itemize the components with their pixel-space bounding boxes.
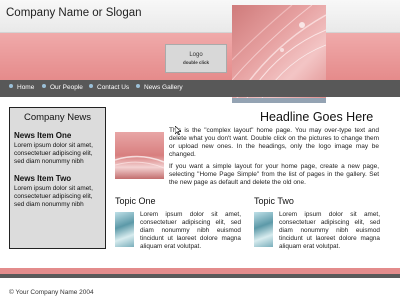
nav-item-home[interactable]: Home: [9, 84, 34, 91]
nav-item-label: Our People: [50, 84, 83, 91]
bullet-dot-icon: [42, 84, 46, 88]
logo-hint: double click: [182, 60, 209, 65]
topic-title[interactable]: Topic Two: [254, 196, 294, 206]
bullet-dot-icon: [89, 84, 93, 88]
topic-title[interactable]: Topic One: [115, 196, 156, 206]
footer-copyright[interactable]: © Your Company Name 2004: [9, 289, 94, 296]
nav-item-label: Contact Us: [97, 84, 130, 91]
intro-image-graphic: [115, 155, 164, 169]
company-name[interactable]: Company Name or Slogan: [6, 7, 142, 19]
news-item-title[interactable]: News Item Two: [14, 174, 101, 183]
main-navigation: Home Our People Contact Us News Gallery: [0, 80, 400, 97]
bullet-dot-icon: [9, 84, 13, 88]
topic-text[interactable]: Lorem ipsum dolor sit amet, consectetuer…: [140, 211, 241, 251]
company-news-panel: Company News News Item One Lorem ipsum d…: [9, 107, 106, 249]
intro-text[interactable]: This is the "complex layout" home page. …: [169, 127, 379, 191]
news-item-title[interactable]: News Item One: [14, 131, 101, 140]
topic-image[interactable]: [254, 212, 273, 247]
header-bar: Company Name or Slogan: [0, 0, 400, 33]
nav-item-contact-us[interactable]: Contact Us: [89, 84, 129, 91]
intro-paragraph: If you want a simple layout for your hom…: [169, 163, 379, 186]
intro-paragraph: This is the "complex layout" home page. …: [169, 127, 379, 158]
topic-text[interactable]: Lorem ipsum dolor sit amet, consectetuer…: [279, 211, 380, 251]
news-item-text[interactable]: Lorem ipsum dolor sit amet, consectetuer…: [14, 185, 101, 209]
logo-label: Logo: [189, 52, 203, 58]
header-image-strip: [232, 98, 326, 103]
nav-item-label: Home: [17, 84, 35, 91]
nav-item-news-gallery[interactable]: News Gallery: [136, 84, 183, 91]
logo-placeholder[interactable]: Logo double click: [165, 44, 227, 73]
nav-item-label: News Gallery: [144, 84, 183, 91]
mouse-pointer-icon: [175, 126, 181, 135]
nav-item-our-people[interactable]: Our People: [42, 84, 83, 91]
page-headline[interactable]: Headline Goes Here: [260, 110, 373, 124]
topic-image[interactable]: [115, 212, 134, 247]
footer-divider: [0, 274, 400, 278]
news-item-text[interactable]: Lorem ipsum dolor sit amet, consectetuer…: [14, 142, 101, 166]
intro-image[interactable]: [115, 132, 164, 179]
bullet-dot-icon: [136, 84, 140, 88]
news-panel-title[interactable]: Company News: [14, 112, 101, 123]
